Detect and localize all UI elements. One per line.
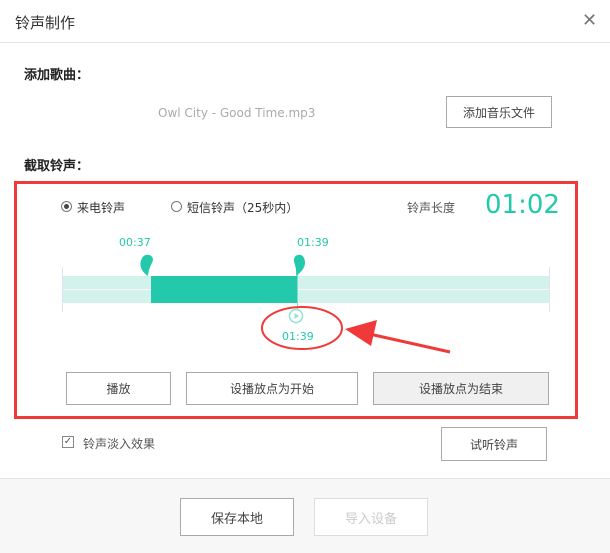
radio-sms-label: 短信铃声（25秒内） xyxy=(187,201,299,215)
start-time-label: 00:37 xyxy=(119,236,151,249)
dialog-title: 铃声制作 xyxy=(15,14,76,32)
save-local-button[interactable]: 保存本地 xyxy=(180,498,294,536)
set-start-button[interactable]: 设播放点为开始 xyxy=(186,372,358,405)
title-bar: 铃声制作 ✕ xyxy=(0,0,610,43)
fade-in-label: 铃声淡入效果 xyxy=(83,437,156,451)
play-button[interactable]: 播放 xyxy=(66,372,171,405)
import-device-button[interactable]: 导入设备 xyxy=(314,498,428,536)
end-marker-handle[interactable] xyxy=(293,252,313,278)
selected-range xyxy=(151,276,297,303)
radio-button[interactable] xyxy=(171,201,182,212)
length-label: 铃声长度 xyxy=(407,201,456,215)
footer: 保存本地 导入设备 xyxy=(0,478,610,553)
close-icon[interactable]: ✕ xyxy=(582,10,597,31)
end-time-label: 01:39 xyxy=(297,236,329,249)
radio-button-selected[interactable] xyxy=(61,201,72,212)
preview-ringtone-button[interactable]: 试听铃声 xyxy=(441,427,547,461)
set-end-button[interactable]: 设播放点为结束 xyxy=(373,372,549,405)
add-song-label: 添加歌曲： xyxy=(24,68,90,83)
annotation-arrow xyxy=(261,306,451,354)
add-music-file-button[interactable]: 添加音乐文件 xyxy=(446,96,552,128)
radio-sms-ringtone[interactable]: 短信铃声（25秒内） xyxy=(171,199,311,215)
song-file-name: Owl City - Good Time.mp3 xyxy=(158,106,316,120)
start-marker-handle[interactable] xyxy=(138,252,158,278)
length-value: 01:02 xyxy=(485,190,560,220)
radio-call-ringtone[interactable]: 来电铃声 xyxy=(61,199,161,215)
fade-in-checkbox[interactable]: ✓ xyxy=(62,436,74,448)
radio-call-label: 来电铃声 xyxy=(77,201,126,215)
clip-ringtone-label: 截取铃声： xyxy=(24,159,90,174)
